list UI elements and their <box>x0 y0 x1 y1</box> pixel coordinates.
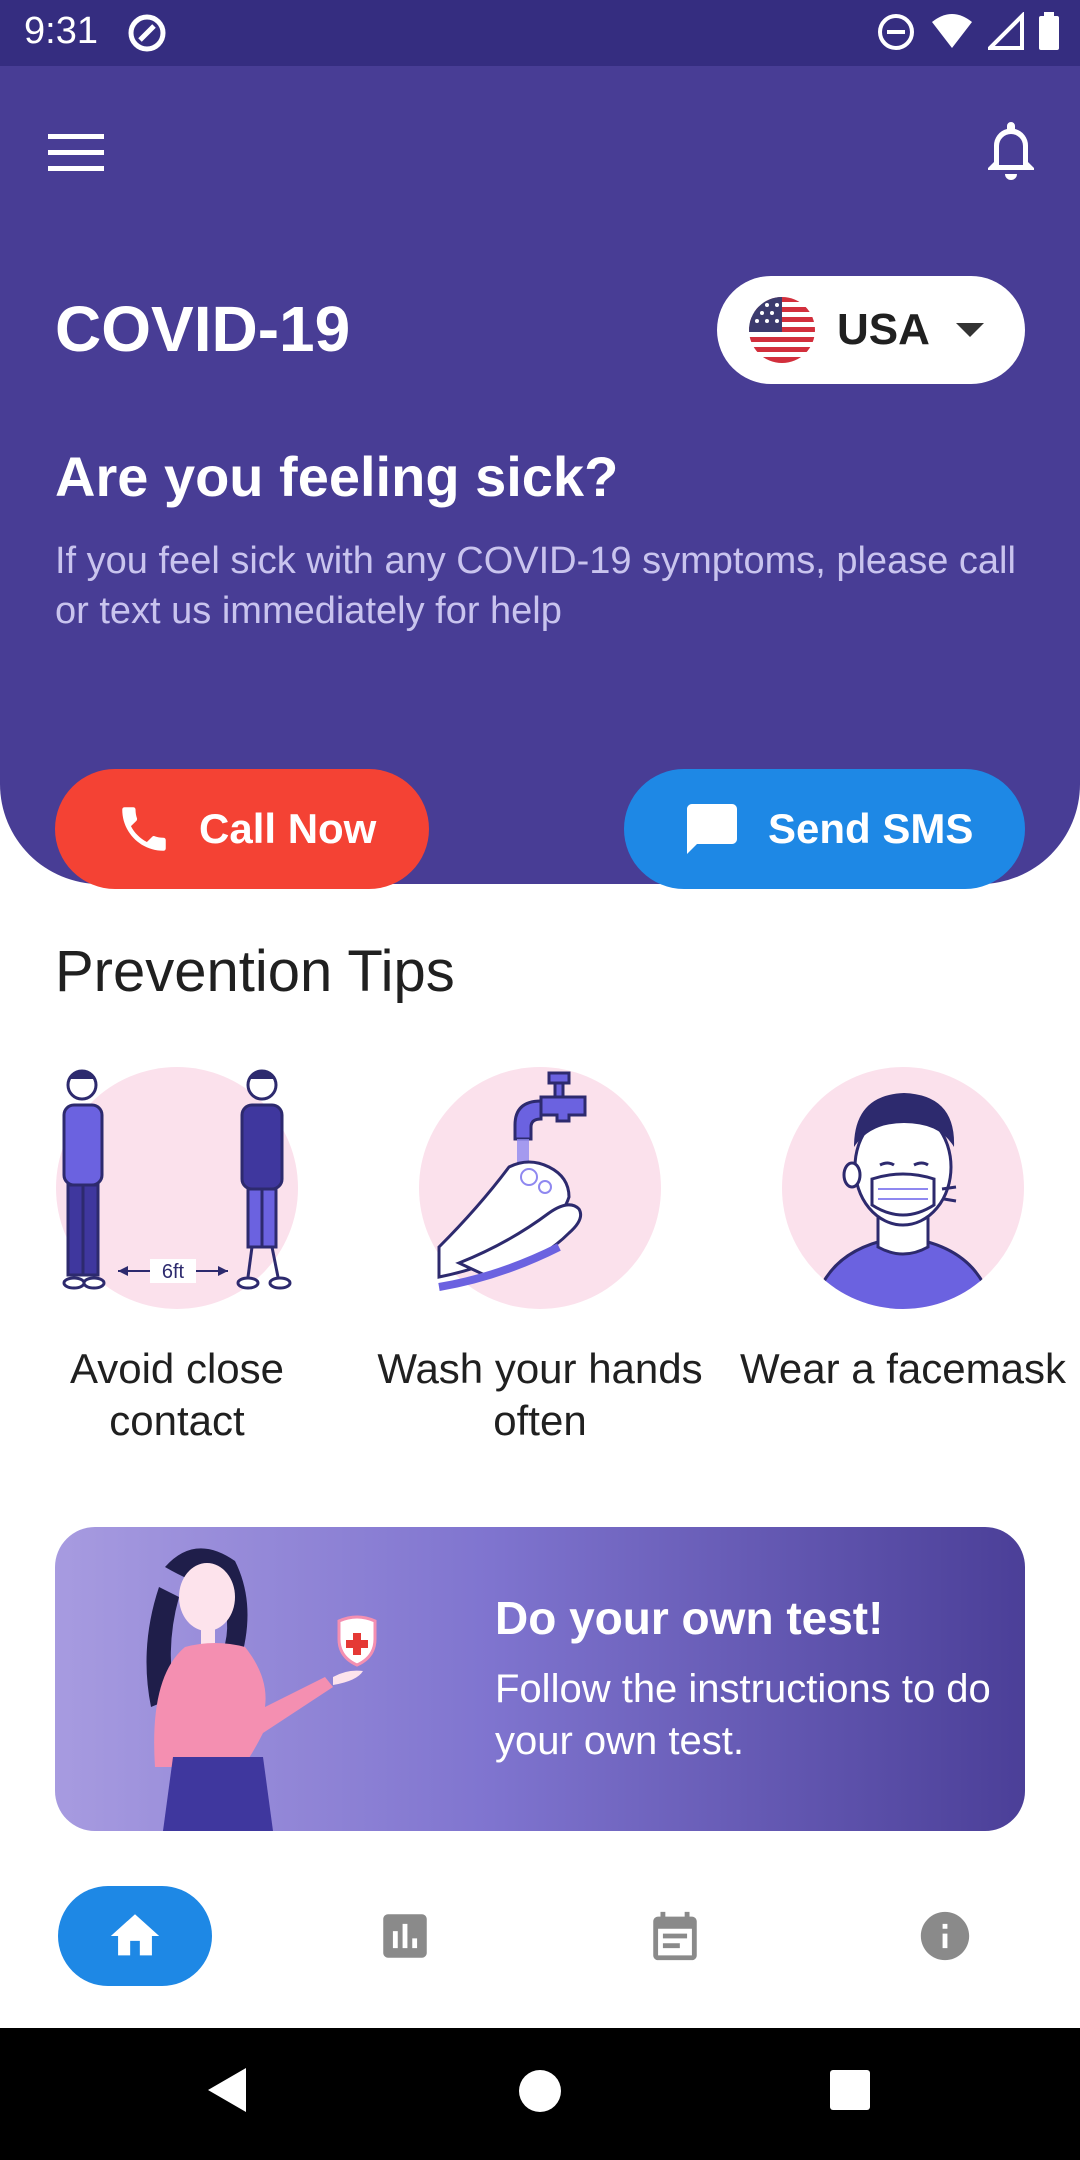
nav-info[interactable] <box>868 1886 1022 1986</box>
home-circle-icon[interactable] <box>517 2068 563 2119</box>
signal-icon <box>985 11 1024 57</box>
tip-label: Wear a facemask <box>739 1345 1066 1392</box>
hero-panel: COVID-19 USA Are you feeling sick? If yo… <box>0 66 1080 889</box>
status-icons <box>876 11 1060 57</box>
distance-label: 6ft <box>162 1261 185 1283</box>
do-not-disturb-icon <box>876 12 916 57</box>
hamburger-menu-icon <box>48 134 104 171</box>
us-flag-icon <box>749 297 815 363</box>
system-navigation-bar <box>0 2028 1080 2160</box>
woman-with-shield-illustration <box>146 1548 377 1831</box>
recents-square-icon[interactable] <box>828 2068 872 2117</box>
bar-chart-icon <box>383 1914 427 1958</box>
nav-home[interactable] <box>58 1886 212 1986</box>
chat-message-icon <box>687 804 737 854</box>
dropdown-caret-icon <box>955 323 984 337</box>
nav-statistics[interactable] <box>328 1886 482 1986</box>
sick-description: If you feel sick with any COVID-19 sympt… <box>55 540 1016 632</box>
notifications-button[interactable] <box>976 114 1046 184</box>
social-distance-illustration: 6ft <box>56 1067 298 1309</box>
tip-avoid-close-contact[interactable]: 6ft Avoid close contact <box>12 1062 342 1447</box>
send-sms-button[interactable]: Send SMS <box>624 769 1025 889</box>
status-time: 9:31 <box>24 10 98 52</box>
phone-icon <box>122 807 166 851</box>
handwashing-illustration <box>419 1067 661 1309</box>
tip-label: Avoid close contact <box>69 1345 285 1444</box>
at-sign-icon <box>126 12 168 59</box>
facemask-illustration <box>782 1067 1024 1309</box>
tip-label: Wash your hands often <box>377 1345 703 1444</box>
banner-description: Follow the instructions to do your own t… <box>495 1667 991 1763</box>
bell-icon <box>988 122 1034 180</box>
call-now-button[interactable]: Call Now <box>55 769 429 889</box>
banner-title: Do your own test! <box>495 1592 884 1644</box>
call-now-label: Call Now <box>199 805 377 852</box>
country-label: USA <box>837 305 930 354</box>
wifi-icon <box>930 12 974 57</box>
send-sms-label: Send SMS <box>768 805 974 852</box>
status-bar: 9:31 <box>0 0 1080 66</box>
menu-button[interactable] <box>44 118 110 184</box>
back-triangle-icon[interactable] <box>204 2064 250 2121</box>
country-selector[interactable]: USA <box>717 276 1025 384</box>
prevention-tips-heading: Prevention Tips <box>55 939 455 1004</box>
info-icon <box>920 1911 970 1961</box>
app-title: COVID-19 <box>55 293 351 365</box>
nav-calendar[interactable] <box>598 1886 752 1986</box>
calendar-icon <box>653 1911 697 1961</box>
battery-icon <box>1038 12 1060 57</box>
sick-question-heading: Are you feeling sick? <box>55 445 619 508</box>
tip-wear-facemask[interactable]: Wear a facemask <box>738 1062 1068 1395</box>
self-test-banner[interactable]: Do your own test! Follow the instruction… <box>55 1527 1025 1831</box>
bottom-navigation <box>0 1862 1080 2028</box>
home-icon <box>110 1914 160 1956</box>
tip-wash-hands[interactable]: Wash your hands often <box>375 1062 705 1447</box>
